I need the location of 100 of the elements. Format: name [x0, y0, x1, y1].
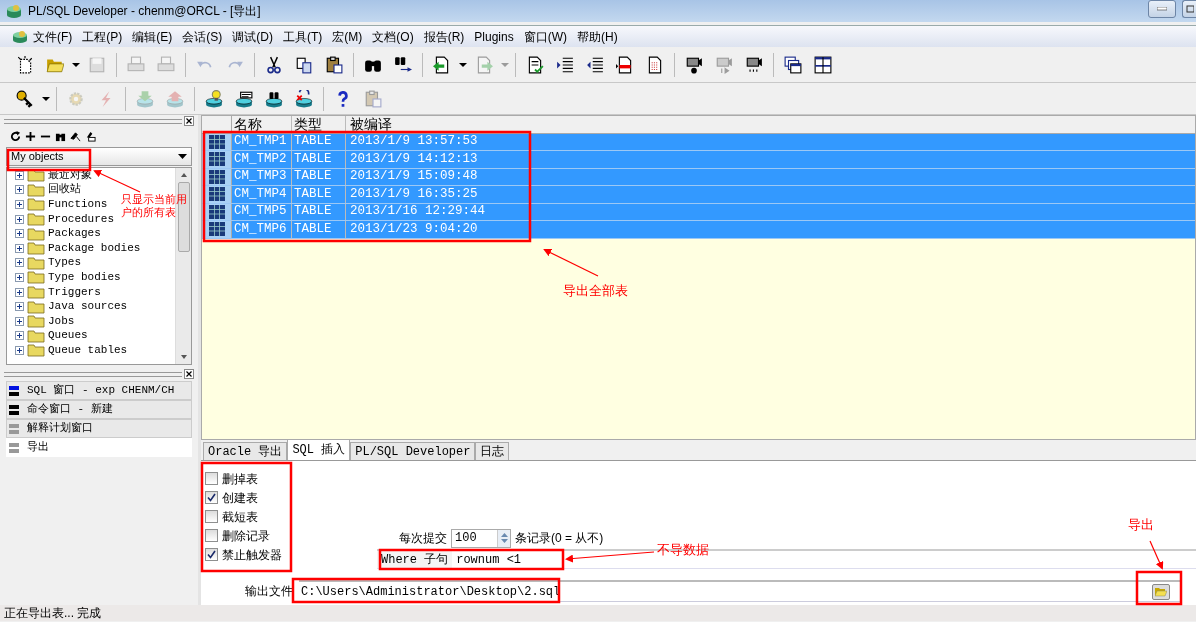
- tree-item[interactable]: Type bodies: [48, 271, 121, 283]
- expand-icon[interactable]: [15, 272, 24, 282]
- expand-icon[interactable]: [15, 243, 24, 253]
- tree-item[interactable]: Queues: [48, 330, 88, 342]
- annotation-label: 导出全部表: [563, 284, 628, 299]
- checkbox[interactable]: [205, 472, 218, 485]
- table-cell-text: 2013/1/9 14:12:13: [350, 150, 478, 168]
- object-filter-dropdown[interactable]: My objects: [6, 147, 192, 166]
- tree-item[interactable]: Jobs: [48, 315, 75, 327]
- annotation-label: 只显示当前用户的所有表: [121, 193, 188, 219]
- menu-item[interactable]: 宏(M): [327, 27, 368, 46]
- table-cell-text: TABLE: [294, 133, 332, 151]
- folder-icon: [27, 255, 45, 270]
- window-icon: [9, 384, 19, 397]
- expand-icon[interactable]: [15, 258, 24, 268]
- window-list-item[interactable]: 解释计划窗口: [6, 419, 192, 438]
- tab[interactable]: 日志: [475, 442, 510, 460]
- tree-item[interactable]: Java sources: [48, 301, 128, 313]
- folder-icon: [1155, 586, 1167, 597]
- output-file-field[interactable]: C:\Users\Administrator\Desktop\2.sql: [299, 580, 1182, 602]
- caret-icon: [178, 154, 187, 159]
- menu-item[interactable]: 调试(D): [227, 27, 278, 46]
- table-cell-text: TABLE: [294, 150, 332, 168]
- table-cell-text: 2013/1/9 15:09:48: [350, 168, 478, 186]
- expand-icon[interactable]: [15, 287, 24, 297]
- table-cell-text: TABLE: [294, 185, 332, 203]
- expand-icon[interactable]: [15, 345, 24, 355]
- menu-item[interactable]: Plugins: [469, 27, 519, 46]
- expand-icon[interactable]: [15, 214, 24, 224]
- folder-icon: [27, 197, 45, 212]
- minimize-button[interactable]: [1148, 0, 1176, 18]
- table-icon: [208, 169, 225, 184]
- tree-item[interactable]: Package bodies: [48, 242, 141, 254]
- table-cell-text: CM_TMP5: [234, 203, 287, 221]
- table-cell-text: 2013/1/9 16:35:25: [350, 185, 478, 203]
- column-header[interactable]: 名称: [232, 116, 292, 133]
- window-icon: [9, 441, 19, 454]
- vertical-scrollbar[interactable]: [175, 168, 191, 364]
- window-list-item[interactable]: 导出: [6, 438, 192, 457]
- folder-icon: [27, 270, 45, 285]
- window-list-item[interactable]: 命令窗口 - 新建: [6, 400, 192, 419]
- checkbox-label: 创建表: [222, 489, 258, 507]
- menu-item[interactable]: 工程(P): [77, 27, 128, 46]
- expand-icon[interactable]: [15, 185, 24, 195]
- tree-item[interactable]: Types: [48, 257, 81, 269]
- expand-icon[interactable]: [15, 170, 24, 180]
- menu-item[interactable]: 会话(S): [177, 27, 228, 46]
- checkbox[interactable]: [205, 510, 218, 523]
- annotation-arrow: [93, 169, 141, 193]
- menu-item[interactable]: 窗口(W): [518, 27, 572, 46]
- menu-item[interactable]: 文档(O): [367, 27, 419, 46]
- expand-icon[interactable]: [15, 229, 24, 239]
- table-cell-text: TABLE: [294, 168, 332, 186]
- tree-item[interactable]: Triggers: [48, 286, 101, 298]
- window-list-item[interactable]: SQL 窗口 - exp CHENM/CH: [6, 381, 192, 400]
- expand-icon[interactable]: [15, 302, 24, 312]
- menu-item[interactable]: 编辑(E): [127, 27, 178, 46]
- tab[interactable]: PL/SQL Developer: [350, 442, 476, 460]
- app-icon: [12, 29, 28, 44]
- window-icon: [9, 422, 19, 435]
- expand-icon[interactable]: [15, 316, 24, 326]
- folder-icon: [27, 168, 45, 183]
- tab[interactable]: SQL 插入: [287, 439, 351, 460]
- tree-item[interactable]: Queue tables: [48, 344, 128, 356]
- checkbox-label: 截短表: [222, 508, 258, 526]
- close-icon[interactable]: [184, 116, 194, 126]
- restore-button[interactable]: [1182, 0, 1196, 18]
- checkbox-label: 禁止触发器: [222, 546, 282, 564]
- table-cell-text: TABLE: [294, 203, 332, 221]
- plus-icon[interactable]: [25, 130, 36, 142]
- tree-item[interactable]: Functions: [48, 199, 108, 210]
- expand-icon[interactable]: [15, 200, 24, 209]
- tree-item[interactable]: 回收站: [48, 184, 81, 196]
- folder-icon: [27, 182, 45, 197]
- tab[interactable]: Oracle 导出: [203, 442, 288, 460]
- browse-button[interactable]: [1152, 583, 1170, 600]
- table-cell-text: CM_TMP4: [234, 185, 287, 203]
- column-header[interactable]: 类型: [292, 116, 346, 133]
- menu-item[interactable]: 报告(R): [418, 27, 470, 46]
- folder-icon: [27, 299, 45, 314]
- tree-item[interactable]: Packages: [48, 228, 101, 240]
- expand-icon[interactable]: [15, 331, 24, 341]
- app-icon: [6, 3, 22, 19]
- menu-item[interactable]: 文件(F): [28, 27, 78, 46]
- menu-item[interactable]: 工具(T): [278, 27, 328, 46]
- highlight-frame: [1135, 570, 1183, 606]
- tree-item[interactable]: Procedures: [48, 213, 114, 225]
- table-cell-text: 2013/1/9 13:57:53: [350, 133, 478, 151]
- table-cell-text: CM_TMP3: [234, 168, 287, 186]
- minimize-icon: [1157, 7, 1167, 11]
- close-icon[interactable]: [184, 369, 194, 379]
- checkbox[interactable]: [205, 491, 218, 504]
- menu-item[interactable]: 帮助(H): [572, 27, 623, 46]
- refresh-icon[interactable]: [10, 130, 21, 142]
- column-header[interactable]: 被编译: [346, 116, 546, 133]
- commit-spinner[interactable]: 100: [451, 528, 511, 548]
- folder-icon: [27, 343, 45, 358]
- folder-icon: [27, 285, 45, 300]
- checkbox[interactable]: [205, 548, 218, 561]
- checkbox[interactable]: [205, 529, 218, 542]
